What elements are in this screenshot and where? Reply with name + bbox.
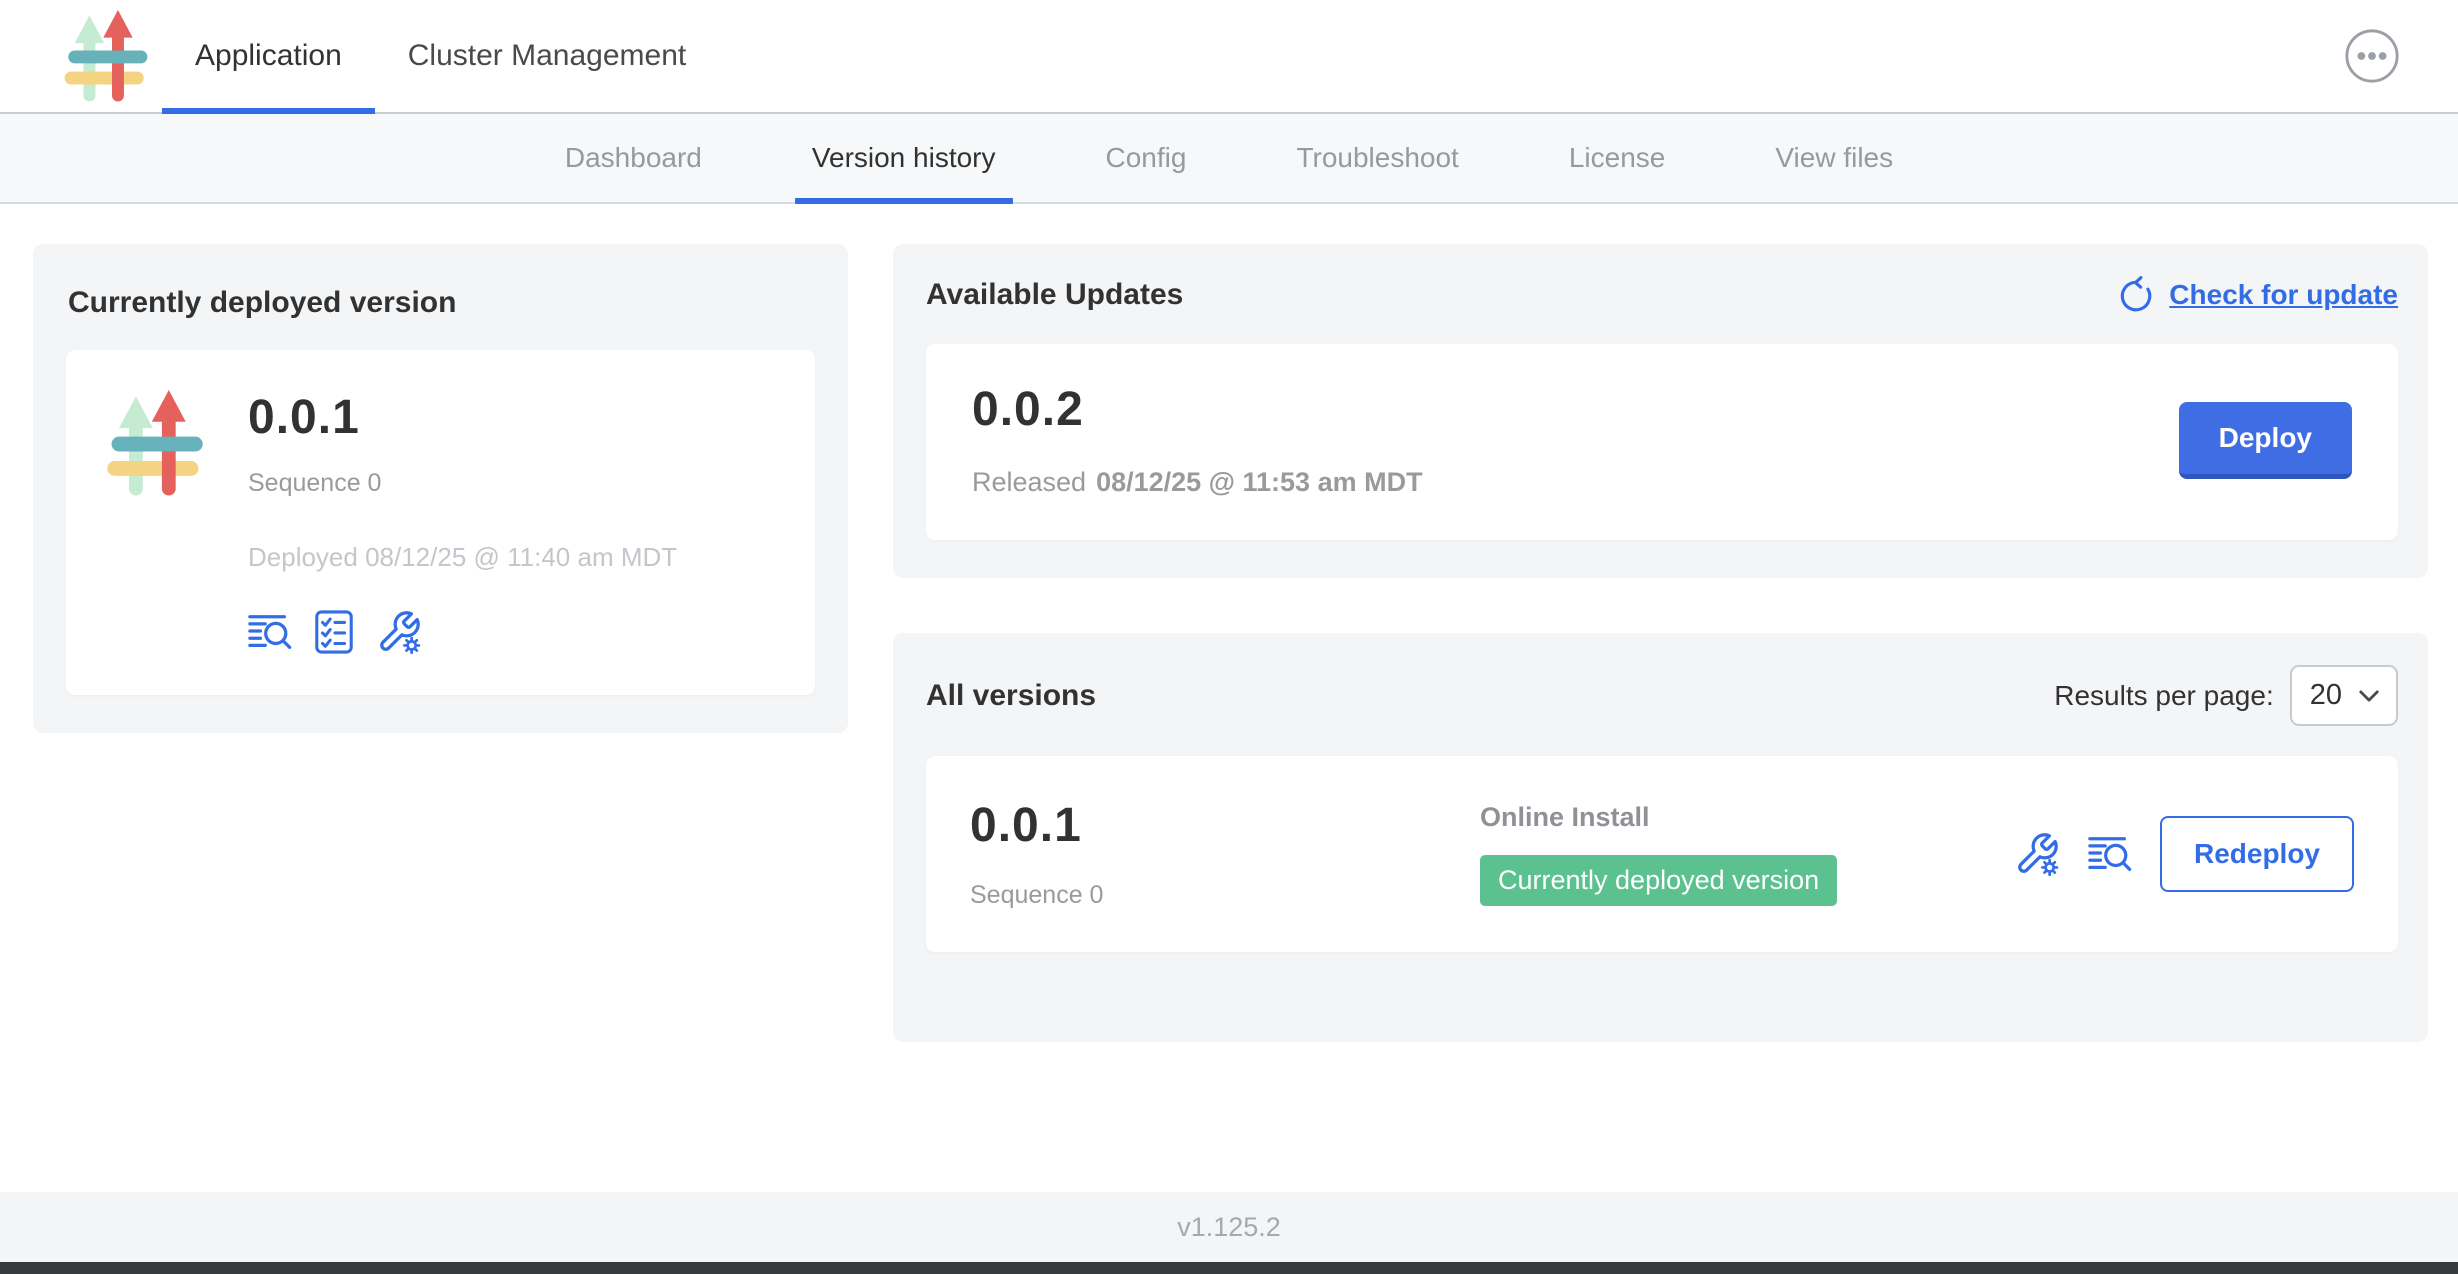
version-row-status: Online Install Currently deployed versio… bbox=[1480, 802, 1837, 906]
check-for-update-link[interactable]: Check for update bbox=[2117, 276, 2398, 314]
available-updates-card: Available Updates Check for update 0.0.2 bbox=[893, 244, 2428, 578]
deployed-version-panel: 0.0.1 Sequence 0 Deployed 08/12/25 @ 11:… bbox=[66, 350, 815, 695]
version-row-actions: Redeploy bbox=[2014, 816, 2354, 892]
update-released-line: Released 08/12/25 @ 11:53 am MDT bbox=[972, 467, 1423, 498]
update-info: 0.0.2 Released 08/12/25 @ 11:53 am MDT bbox=[972, 382, 1423, 498]
released-label: Released bbox=[972, 467, 1086, 497]
results-per-page-value: 20 bbox=[2310, 679, 2342, 712]
app-logo-icon bbox=[60, 10, 152, 102]
deployed-timestamp: Deployed 08/12/25 @ 11:40 am MDT bbox=[248, 542, 677, 573]
update-row: 0.0.2 Released 08/12/25 @ 11:53 am MDT De… bbox=[926, 344, 2398, 540]
main-content: Currently deployed version 0.0.1 Sequenc… bbox=[0, 204, 2458, 1192]
version-row-info: 0.0.1 Sequence 0 bbox=[970, 798, 1480, 910]
released-timestamp: 08/12/25 @ 11:53 am MDT bbox=[1096, 467, 1423, 497]
deployed-action-icons bbox=[248, 609, 677, 655]
redeploy-button[interactable]: Redeploy bbox=[2160, 816, 2354, 892]
tab-config[interactable]: Config bbox=[1051, 114, 1242, 202]
currently-deployed-card: Currently deployed version 0.0.1 Sequenc… bbox=[33, 244, 848, 733]
console-version-label: v1.125.2 bbox=[1177, 1212, 1281, 1243]
row-version-number: 0.0.1 bbox=[970, 798, 1480, 853]
all-versions-title: All versions bbox=[926, 679, 1096, 713]
app-logo-icon bbox=[102, 390, 208, 496]
check-for-update-label: Check for update bbox=[2169, 279, 2398, 311]
deployed-version-info: 0.0.1 Sequence 0 Deployed 08/12/25 @ 11:… bbox=[248, 390, 677, 655]
results-per-page-group: Results per page: 20 bbox=[2054, 665, 2398, 726]
version-row: 0.0.1 Sequence 0 Online Install Currentl… bbox=[926, 756, 2398, 952]
ellipsis-menu-icon[interactable] bbox=[2343, 27, 2401, 85]
edit-config-icon[interactable] bbox=[376, 609, 422, 655]
tab-dashboard[interactable]: Dashboard bbox=[510, 114, 757, 202]
right-column: Available Updates Check for update 0.0.2 bbox=[893, 244, 2428, 1042]
row-sequence: Sequence 0 bbox=[970, 881, 1480, 910]
page-footer: v1.125.2 bbox=[0, 1192, 2458, 1262]
preflight-checks-icon[interactable] bbox=[312, 610, 356, 654]
update-version-number: 0.0.2 bbox=[972, 382, 1423, 437]
results-per-page-select[interactable]: 20 bbox=[2290, 665, 2398, 726]
tab-troubleshoot[interactable]: Troubleshoot bbox=[1241, 114, 1513, 202]
tab-cluster-management[interactable]: Cluster Management bbox=[375, 0, 719, 112]
logs-icon[interactable] bbox=[2088, 832, 2132, 876]
header-tabs: Application Cluster Management bbox=[162, 0, 719, 112]
tab-application[interactable]: Application bbox=[162, 0, 375, 112]
deploy-button[interactable]: Deploy bbox=[2179, 402, 2352, 479]
bottom-edge-bar bbox=[0, 1262, 2458, 1274]
chevron-down-icon bbox=[2358, 689, 2380, 703]
results-per-page-label: Results per page: bbox=[2054, 680, 2273, 712]
install-type-label: Online Install bbox=[1480, 802, 1837, 833]
app-subnav: Dashboard Version history Config Trouble… bbox=[0, 114, 2458, 204]
tab-license[interactable]: License bbox=[1514, 114, 1721, 202]
tab-view-files[interactable]: View files bbox=[1720, 114, 1948, 202]
edit-config-icon[interactable] bbox=[2014, 831, 2060, 877]
top-header: Application Cluster Management bbox=[0, 0, 2458, 114]
available-updates-title: Available Updates bbox=[926, 278, 1183, 312]
refresh-icon bbox=[2117, 276, 2155, 314]
deployed-card-title: Currently deployed version bbox=[68, 286, 815, 320]
deployed-sequence: Sequence 0 bbox=[248, 469, 677, 498]
deployed-version-number: 0.0.1 bbox=[248, 390, 677, 445]
tab-version-history[interactable]: Version history bbox=[757, 114, 1051, 202]
all-versions-card: All versions Results per page: 20 0.0.1 … bbox=[893, 633, 2428, 1042]
currently-deployed-badge: Currently deployed version bbox=[1480, 855, 1837, 906]
logs-icon[interactable] bbox=[248, 610, 292, 654]
